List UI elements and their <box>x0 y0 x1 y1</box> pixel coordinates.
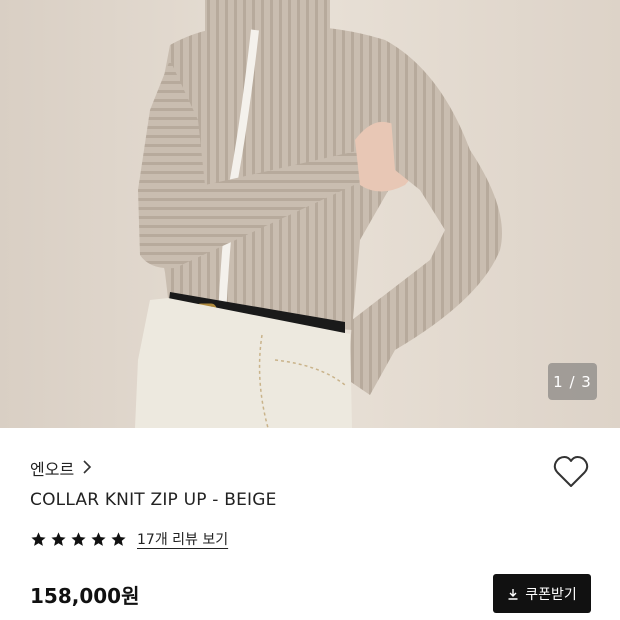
brand-name: 엔오르 <box>30 460 75 479</box>
brand-link[interactable]: 엔오르 <box>30 456 92 480</box>
star-filled-icon <box>51 531 66 546</box>
star-filled-icon <box>111 531 126 546</box>
heart-outline-icon[interactable] <box>553 455 589 489</box>
star-filled-icon <box>31 531 46 546</box>
star-filled-icon <box>91 531 106 546</box>
download-icon <box>508 588 518 600</box>
product-price: 158,000원 <box>30 584 140 608</box>
image-pager-counter: 1 / 3 <box>548 363 597 400</box>
product-title: COLLAR KNIT ZIP UP - BEIGE <box>30 490 277 510</box>
star-filled-icon <box>71 531 86 546</box>
product-image[interactable]: 1 / 3 <box>0 0 620 428</box>
coupon-button[interactable]: 쿠폰받기 <box>493 574 591 613</box>
review-link[interactable]: 17개 리뷰 보기 <box>137 529 228 549</box>
rating-row: 17개 리뷰 보기 <box>30 529 228 549</box>
chevron-right-icon <box>82 459 92 478</box>
star-rating <box>30 531 127 548</box>
product-photo-illustration <box>0 0 620 428</box>
coupon-button-label: 쿠폰받기 <box>525 586 577 603</box>
